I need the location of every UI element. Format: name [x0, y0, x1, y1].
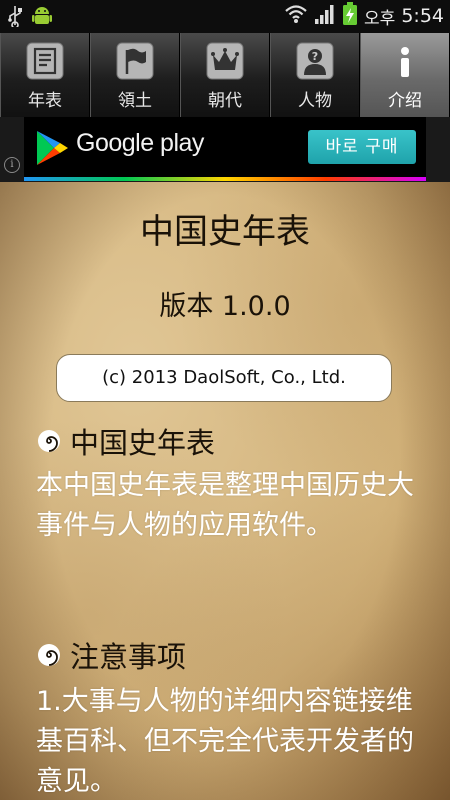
wifi-icon	[284, 3, 308, 29]
section-body: 1.大事与人物的详细内容链接维基百科、但不完全代表开发者的意见。	[36, 686, 414, 797]
ad-color-strip	[24, 177, 426, 181]
ad-banner[interactable]: i Google play 바로 구매	[0, 117, 450, 182]
tab-people[interactable]: ? 人物	[270, 33, 360, 117]
status-time: 5:54	[401, 5, 444, 27]
section-heading-text: 注意事项	[70, 640, 187, 674]
usb-icon	[8, 5, 22, 31]
info-icon	[386, 42, 424, 80]
swirl-icon	[36, 428, 62, 454]
buy-now-button[interactable]: 바로 구매	[308, 130, 416, 164]
tab-chronology[interactable]: 年表	[0, 33, 90, 117]
tab-bar: 年表 領土 朝代 ? 人物 介绍	[0, 33, 450, 117]
tab-label: 人物	[298, 91, 332, 111]
tab-label: 朝代	[208, 91, 242, 111]
tab-territory[interactable]: 領土	[90, 33, 180, 117]
google-play-logo-icon	[34, 129, 70, 171]
signal-icon	[314, 3, 336, 29]
tab-label: 領土	[118, 91, 152, 111]
status-ampm: 오후	[364, 8, 396, 29]
battery-charging-icon	[342, 2, 358, 30]
tab-label: 介绍	[388, 91, 422, 111]
swirl-icon	[36, 642, 62, 668]
document-icon	[26, 42, 64, 80]
tab-about[interactable]: 介绍	[360, 33, 450, 117]
flag-icon	[116, 42, 154, 80]
ad-info-icon[interactable]: i	[4, 157, 20, 173]
tab-dynasty[interactable]: 朝代	[180, 33, 270, 117]
copyright-label: (c) 2013 DaolSoft, Co., Ltd.	[56, 354, 392, 402]
section-body: 本中国史年表是整理中国历史大事件与人物的应用软件。	[36, 470, 414, 541]
ad-content[interactable]: Google play 바로 구매	[24, 117, 426, 177]
person-question-icon: ?	[296, 42, 334, 80]
tab-label: 年表	[28, 91, 62, 111]
about-content[interactable]: 中国史年表 版本 1.0.0 (c) 2013 DaolSoft, Co., L…	[0, 182, 450, 800]
ad-brand-text: Google play	[76, 129, 204, 157]
status-bar: 오후 5:54	[0, 0, 450, 33]
section-heading: 注意事项	[36, 634, 186, 676]
version-label: 版本 1.0.0	[159, 291, 291, 322]
crown-icon	[206, 42, 244, 80]
android-icon	[30, 4, 54, 32]
section-heading: 中国史年表	[36, 420, 215, 462]
svg-text:?: ?	[312, 50, 318, 63]
page-title: 中国史年表	[140, 212, 310, 252]
section-heading-text: 中国史年表	[70, 426, 216, 460]
